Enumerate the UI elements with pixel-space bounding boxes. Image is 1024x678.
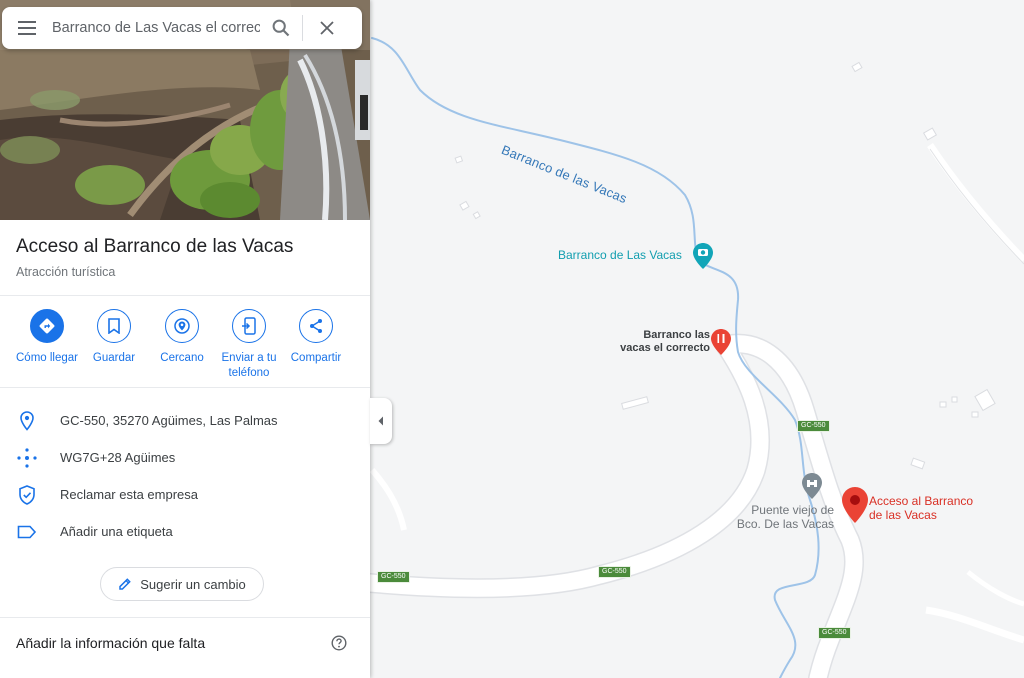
location-pin-icon bbox=[20, 410, 34, 431]
add-label-text: Añadir una etiqueta bbox=[60, 524, 173, 539]
search-box bbox=[2, 7, 362, 49]
place-category[interactable]: Atracción turística bbox=[16, 265, 293, 279]
search-button[interactable] bbox=[260, 7, 302, 49]
selected-place-line2: de las Vacas bbox=[869, 508, 937, 522]
road-shield: GC-550 bbox=[818, 627, 851, 639]
label-tag-icon bbox=[17, 525, 37, 538]
chevron-left-icon bbox=[378, 416, 383, 426]
address-text: GC-550, 35270 Agüimes, Las Palmas bbox=[60, 413, 278, 428]
search-icon bbox=[272, 19, 290, 37]
save-button[interactable]: Guardar bbox=[84, 309, 144, 366]
suggest-edit-label: Sugerir un cambio bbox=[140, 576, 246, 592]
selected-place-pin-icon[interactable] bbox=[842, 487, 868, 528]
place-side-panel: Acceso al Barranco de las Vacas Atracció… bbox=[0, 0, 370, 678]
poi-restaurant-label[interactable]: Barranco las vacas el correcto bbox=[600, 329, 710, 355]
poi-bridge-line2: Bco. De las Vacas bbox=[736, 517, 834, 531]
verified-shield-icon bbox=[19, 484, 35, 505]
plus-code-icon bbox=[17, 447, 37, 468]
add-missing-info-heading: Añadir la información que falta bbox=[16, 635, 206, 651]
nearby-button[interactable]: Cercano bbox=[152, 309, 212, 366]
plus-code-text: WG7G+28 Agüimes bbox=[60, 450, 176, 465]
restaurant-pin-icon[interactable] bbox=[711, 329, 731, 360]
help-question-icon bbox=[331, 635, 347, 651]
poi-bridge-label[interactable]: Puente viejo de Bco. De las Vacas bbox=[722, 503, 834, 531]
nearby-label: Cercano bbox=[160, 352, 204, 364]
road-shield: GC-550 bbox=[377, 571, 410, 583]
poi-viewpoint-label[interactable]: Barranco de Las Vacas bbox=[558, 248, 682, 262]
suggest-edit-button[interactable]: Sugerir un cambio bbox=[100, 567, 264, 601]
search-input[interactable] bbox=[52, 13, 260, 43]
collapse-panel-button[interactable] bbox=[370, 398, 392, 444]
place-header: Acceso al Barranco de las Vacas Atracció… bbox=[16, 236, 293, 279]
claim-business-text: Reclamar esta empresa bbox=[60, 487, 198, 502]
poi-bridge-line1: Puente viejo de bbox=[751, 503, 834, 517]
poi-restaurant-line2: vacas el correcto bbox=[620, 342, 710, 354]
selected-place-line1: Acceso al Barranco bbox=[869, 494, 974, 508]
viewpoint-pin-icon[interactable] bbox=[693, 243, 713, 274]
selected-place-label[interactable]: Acceso al Barranco de las Vacas bbox=[869, 494, 973, 522]
divider bbox=[0, 387, 370, 388]
hamburger-menu-icon bbox=[18, 21, 36, 35]
plus-code-row[interactable]: WG7G+28 Agüimes bbox=[0, 439, 370, 476]
road-shield: GC-550 bbox=[598, 566, 631, 578]
claim-business-row[interactable]: Reclamar esta empresa bbox=[0, 476, 370, 513]
send-to-phone-icon bbox=[242, 317, 256, 335]
menu-button[interactable] bbox=[2, 7, 52, 49]
share-label: Compartir bbox=[290, 352, 342, 364]
save-label: Guardar bbox=[92, 352, 136, 364]
add-label-row[interactable]: Añadir una etiqueta bbox=[0, 513, 370, 550]
directions-button[interactable]: Cómo llegar bbox=[10, 309, 84, 366]
road-shield: GC-550 bbox=[797, 420, 830, 432]
send-to-phone-label: Enviar a tu teléfono bbox=[221, 352, 277, 379]
close-icon bbox=[320, 21, 334, 35]
share-button[interactable]: Compartir bbox=[286, 309, 346, 366]
directions-label: Cómo llegar bbox=[16, 352, 78, 364]
help-button[interactable] bbox=[330, 634, 348, 657]
directions-icon bbox=[39, 318, 55, 334]
nearby-icon bbox=[174, 318, 190, 334]
send-to-phone-button[interactable]: Enviar a tu teléfono bbox=[214, 309, 284, 381]
place-title: Acceso al Barranco de las Vacas bbox=[16, 236, 294, 257]
divider bbox=[0, 295, 370, 296]
address-row[interactable]: GC-550, 35270 Agüimes, Las Palmas bbox=[0, 402, 370, 439]
edit-pencil-icon bbox=[119, 578, 132, 590]
bookmark-icon bbox=[108, 318, 120, 334]
share-icon bbox=[310, 319, 322, 333]
poi-restaurant-line1: Barranco las bbox=[643, 329, 710, 341]
divider bbox=[0, 617, 370, 618]
clear-search-button[interactable] bbox=[303, 7, 351, 49]
bridge-pin-icon[interactable] bbox=[802, 473, 822, 504]
